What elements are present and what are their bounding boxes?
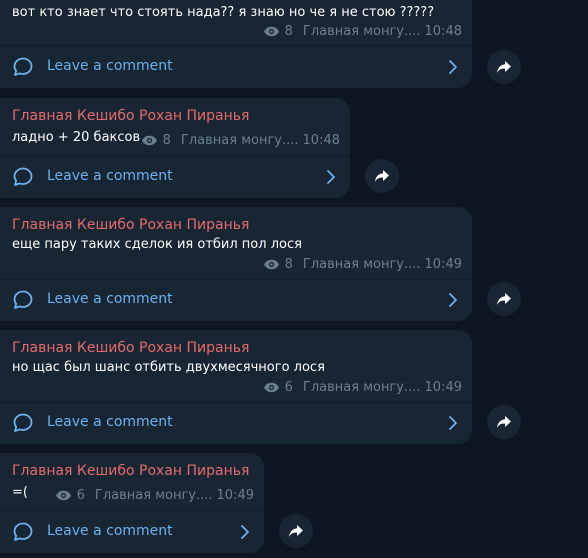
- eye-icon: [263, 259, 280, 270]
- view-count: 6: [284, 380, 293, 395]
- channel-name: Главная монгу....: [180, 133, 299, 148]
- message-text: еще пару таких сделок ия отбил пол лося: [12, 237, 302, 252]
- comment-icon: [12, 521, 34, 543]
- eye-icon: [263, 26, 280, 37]
- message-time: 10:49: [424, 257, 462, 272]
- leave-comment-button[interactable]: Leave a comment: [0, 46, 472, 88]
- view-count: 8: [284, 257, 293, 272]
- message-author[interactable]: Главная Кешибо Рохан Пиранья: [12, 463, 249, 479]
- leave-comment-label: Leave a comment: [47, 523, 173, 539]
- channel-name: Главная монгу....: [94, 488, 213, 503]
- share-icon: [374, 169, 390, 183]
- message-meta: 6 Главная монгу.... 10:49: [55, 488, 254, 503]
- message-author[interactable]: Главная Кешибо Рохан Пиранья: [12, 340, 249, 356]
- message-bubble: Главная Кешибо Рохан Пиранья ладно + 20 …: [0, 98, 350, 198]
- leave-comment-button[interactable]: Leave a comment: [0, 279, 472, 321]
- message-meta: 6 Главная монгу.... 10:49: [263, 380, 462, 395]
- message-text: вот кто знает что стоять нада?? я знаю н…: [12, 5, 435, 20]
- share-button[interactable]: [487, 50, 521, 84]
- chevron-right-icon: [448, 415, 458, 431]
- view-count: 6: [76, 488, 85, 503]
- share-icon: [496, 292, 512, 306]
- comment-icon: [12, 56, 34, 78]
- chevron-right-icon: [448, 292, 458, 308]
- message-time: 10:49: [424, 380, 462, 395]
- share-button[interactable]: [487, 405, 521, 439]
- message-meta: 8 Главная монгу.... 10:48: [263, 24, 462, 39]
- message-bubble: Главная Кешибо Рохан Пиранья но щас был …: [0, 330, 472, 444]
- message-time: 10:48: [302, 133, 340, 148]
- leave-comment-label: Leave a comment: [47, 58, 173, 74]
- message-author[interactable]: Главная Кешибо Рохан Пиранья: [12, 217, 249, 233]
- eye-icon: [141, 135, 158, 146]
- channel-name: Главная монгу....: [302, 24, 421, 39]
- leave-comment-label: Leave a comment: [47, 168, 173, 184]
- chevron-right-icon: [240, 524, 250, 540]
- share-icon: [496, 415, 512, 429]
- message-text: но щас был шанс отбить двухмесячного лос…: [12, 360, 325, 375]
- message-bubble: Главная Кешибо Рохан Пиранья еще пару та…: [0, 207, 472, 321]
- view-count: 8: [284, 24, 293, 39]
- message-bubble: вот кто знает что стоять нада?? я знаю н…: [0, 0, 472, 88]
- share-button[interactable]: [279, 514, 313, 548]
- leave-comment-button[interactable]: Leave a comment: [0, 402, 472, 444]
- chevron-right-icon: [326, 169, 336, 185]
- share-button[interactable]: [487, 282, 521, 316]
- chevron-right-icon: [448, 59, 458, 75]
- leave-comment-label: Leave a comment: [47, 291, 173, 307]
- channel-name: Главная монгу....: [302, 257, 421, 272]
- comment-icon: [12, 412, 34, 434]
- message-bubble: Главная Кешибо Рохан Пиранья =( 6 Главна…: [0, 453, 264, 553]
- leave-comment-button[interactable]: Leave a comment: [0, 156, 350, 198]
- message-time: 10:48: [424, 24, 462, 39]
- comment-icon: [12, 166, 34, 188]
- message-time: 10:49: [216, 488, 254, 503]
- leave-comment-label: Leave a comment: [47, 414, 173, 430]
- share-button[interactable]: [365, 159, 399, 193]
- channel-name: Главная монгу....: [302, 380, 421, 395]
- share-icon: [288, 524, 304, 538]
- eye-icon: [263, 382, 280, 393]
- view-count: 8: [162, 133, 171, 148]
- eye-icon: [55, 490, 72, 501]
- message-author[interactable]: Главная Кешибо Рохан Пиранья: [12, 108, 249, 124]
- comment-icon: [12, 289, 34, 311]
- share-icon: [496, 60, 512, 74]
- message-meta: 8 Главная монгу.... 10:49: [263, 257, 462, 272]
- message-meta: 8 Главная монгу.... 10:48: [141, 133, 340, 148]
- message-text: =(: [12, 485, 28, 500]
- message-text: ладно + 20 баксов: [12, 130, 141, 145]
- leave-comment-button[interactable]: Leave a comment: [0, 511, 264, 553]
